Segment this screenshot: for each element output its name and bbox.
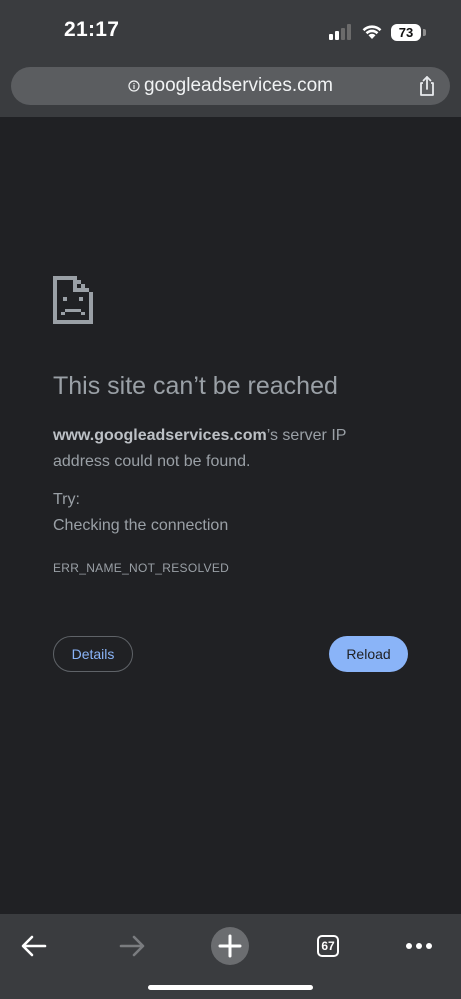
forward-arrow-icon[interactable] xyxy=(118,934,146,958)
status-bar: 21:17 73 xyxy=(0,0,461,60)
back-arrow-icon[interactable] xyxy=(20,934,48,958)
address-bar[interactable]: googleadservices.com xyxy=(11,67,450,105)
bottom-toolbar: 67 xyxy=(0,914,461,999)
menu-button[interactable] xyxy=(397,924,441,968)
battery-level: 73 xyxy=(398,24,414,40)
cellular-signal-icon xyxy=(329,24,351,40)
home-indicator[interactable] xyxy=(148,985,313,990)
tab-count: 67 xyxy=(321,939,335,953)
suggestion-item: Checking the connection xyxy=(53,517,229,534)
error-title: This site can’t be reached xyxy=(53,372,338,400)
error-domain: www.googleadservices.com xyxy=(53,427,267,444)
back-button[interactable] xyxy=(12,924,56,968)
top-chrome: 21:17 73 googleadservices.com xyxy=(0,0,461,117)
details-button[interactable]: Details xyxy=(53,636,133,672)
status-time: 21:17 xyxy=(64,18,120,41)
error-description: www.googleadservices.com’s server IP add… xyxy=(53,423,373,475)
try-label: Try: xyxy=(53,491,80,508)
reload-button[interactable]: Reload xyxy=(329,636,408,672)
status-icons: 73 xyxy=(329,20,426,44)
share-icon[interactable] xyxy=(415,74,439,98)
battery-icon: 73 xyxy=(391,23,426,41)
tab-switcher-button[interactable]: 67 xyxy=(306,924,350,968)
url-text[interactable]: googleadservices.com xyxy=(144,75,333,97)
wifi-icon xyxy=(362,25,382,39)
forward-button[interactable] xyxy=(110,924,154,968)
error-code: ERR_NAME_NOT_RESOLVED xyxy=(53,561,230,575)
more-dots-icon[interactable] xyxy=(405,942,433,950)
plus-icon[interactable] xyxy=(210,926,250,966)
new-tab-button[interactable] xyxy=(208,924,252,968)
tab-switcher-icon[interactable]: 67 xyxy=(317,935,339,957)
sad-page-icon xyxy=(53,276,93,324)
info-icon[interactable] xyxy=(128,80,140,92)
